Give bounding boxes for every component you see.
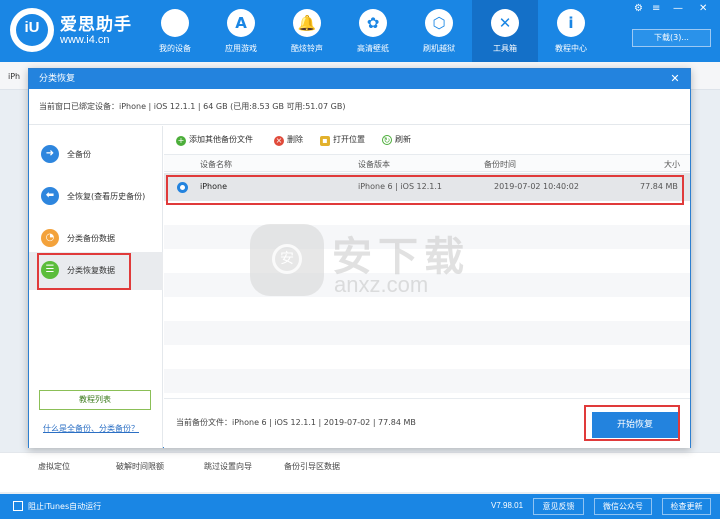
table-header: 设备名称 设备版本 备份时间 大小 (164, 154, 690, 172)
tool-virtual-location[interactable]: 虚拟定位 (38, 461, 70, 472)
folder-icon: ▪ (320, 136, 330, 146)
nav-my-device[interactable]: 我的设备 (142, 0, 208, 62)
device-info-text: 当前窗口已绑定设备：iPhone | iOS 12.1.1 | 64 GB (已… (39, 102, 346, 111)
tool-skip-setup[interactable]: 跳过设置向导 (204, 461, 252, 472)
open-location-button[interactable]: ▪ 打开位置 (320, 134, 365, 146)
current-backup-text: 当前备份文件：iPhone 6 | iOS 12.1.1 | 2019-07-0… (176, 418, 416, 427)
tutorial-list-button[interactable]: 教程列表 (39, 390, 151, 410)
sidebar-item-label: 全备份 (67, 150, 91, 159)
column-device-version: 设备版本 (358, 160, 390, 169)
nav-label: 应用游戏 (225, 44, 257, 53)
nav-label: 工具箱 (493, 44, 517, 53)
bell-icon: 🔔 (293, 9, 321, 37)
nav-toolbox[interactable]: ✕ 工具箱 (472, 0, 538, 62)
pie-icon: ◔ (41, 229, 59, 247)
box-icon: ⬡ (425, 9, 453, 37)
add-backup-button[interactable]: + 添加其他备份文件 (176, 134, 253, 146)
start-button-highlight-box (584, 405, 680, 441)
row-highlight-box (166, 175, 684, 205)
nav-flash-jailbreak[interactable]: ⬡ 刷机越狱 (406, 0, 472, 62)
backup-toolbar: + 添加其他备份文件 × 删除 ▪ 打开位置 ↻ 刷新 (164, 126, 690, 154)
empty-row (164, 369, 690, 393)
sidebar-item-full-restore[interactable]: ⬅ 全恢复(查看历史备份) (29, 178, 163, 216)
background-tools-row (0, 452, 720, 492)
column-size: 大小 (664, 160, 680, 169)
plus-icon: + (176, 136, 186, 146)
nav-label: 我的设备 (159, 44, 191, 53)
download-button[interactable]: 下载(3)... (632, 29, 711, 47)
close-icon[interactable]: ✕ (666, 69, 684, 89)
watermark-sub: anxz.com (334, 272, 429, 297)
device-info-bar: 当前窗口已绑定设备：iPhone | iOS 12.1.1 | 64 GB (已… (29, 89, 690, 125)
refresh-icon: ↻ (382, 135, 392, 145)
nav-label: 教程中心 (555, 44, 587, 53)
background-tab[interactable]: iPh (8, 72, 20, 81)
app-logo: iU (10, 8, 54, 52)
watermark-logo: 安 (250, 224, 324, 296)
nav-apps[interactable]: A 应用游戏 (208, 0, 274, 62)
check-update-button[interactable]: 检查更新 (662, 498, 711, 515)
status-bar: 阻止iTunes自动运行 V7.98.01 意见反馈 微信公众号 检查更新 (0, 494, 720, 519)
refresh-button[interactable]: ↻ 刷新 (382, 134, 411, 145)
shield-icon: 安 (272, 244, 302, 274)
feedback-button[interactable]: 意见反馈 (533, 498, 584, 515)
arrow-right-icon: ➜ (41, 145, 59, 163)
app-store-icon: A (227, 9, 255, 37)
dialog-title: 分类恢复 (29, 69, 690, 89)
close-window-icon[interactable]: ✕ (699, 3, 707, 14)
arrow-left-icon: ⬅ (41, 187, 59, 205)
sidebar-item-label: 分类备份数据 (67, 234, 115, 243)
empty-row (164, 321, 690, 345)
nav-label: 刷机越狱 (423, 44, 455, 53)
settings-icon[interactable]: ⚙ (634, 3, 643, 14)
refresh-label: 刷新 (395, 135, 411, 144)
apple-icon (161, 9, 189, 37)
brand-name: 爱思助手 (60, 15, 132, 35)
info-icon: i (557, 9, 585, 37)
nav-wallpapers[interactable]: ✿ 高清壁纸 (340, 0, 406, 62)
column-backup-time: 备份时间 (484, 160, 516, 169)
delete-label: 删除 (287, 135, 303, 144)
open-location-label: 打开位置 (333, 135, 365, 144)
flower-icon: ✿ (359, 9, 387, 37)
itunes-checkbox[interactable] (13, 501, 23, 511)
menu-icon[interactable]: ≡ (652, 3, 660, 14)
wechat-button[interactable]: 微信公众号 (594, 498, 652, 515)
version-label: V7.98.01 (491, 501, 524, 510)
itunes-label: 阻止iTunes自动运行 (28, 502, 102, 511)
brand-url: www.i4.cn (60, 34, 110, 46)
tool-crack-time-limit[interactable]: 破解时间限额 (116, 461, 164, 472)
top-header: iU 爱思助手 www.i4.cn 我的设备 A 应用游戏 🔔 酷炫铃声 ✿ 高清壁纸… (0, 0, 720, 62)
what-is-backup-link[interactable]: 什么是全备份、分类备份？ (43, 423, 139, 434)
tools-icon: ✕ (491, 9, 519, 37)
nav-ringtones[interactable]: 🔔 酷炫铃声 (274, 0, 340, 62)
nav-label: 酷炫铃声 (291, 44, 323, 53)
sidebar-highlight-box (37, 253, 131, 290)
nav-label: 高清壁纸 (357, 44, 389, 53)
main-nav: 我的设备 A 应用游戏 🔔 酷炫铃声 ✿ 高清壁纸 ⬡ 刷机越狱 ✕ 工具箱 i 教程中心 (142, 0, 604, 62)
delete-icon: × (274, 136, 284, 146)
delete-button[interactable]: × 删除 (274, 134, 303, 146)
column-device-name: 设备名称 (200, 160, 232, 169)
sidebar-item-full-backup[interactable]: ➜ 全备份 (29, 136, 163, 174)
tool-backup-boot[interactable]: 备份引导区数据 (284, 461, 340, 472)
logo-text: iU (24, 19, 40, 36)
nav-tutorials[interactable]: i 教程中心 (538, 0, 604, 62)
sidebar-item-label: 全恢复(查看历史备份) (67, 192, 146, 201)
add-backup-label: 添加其他备份文件 (189, 135, 253, 144)
minimize-icon[interactable]: — (673, 3, 683, 14)
